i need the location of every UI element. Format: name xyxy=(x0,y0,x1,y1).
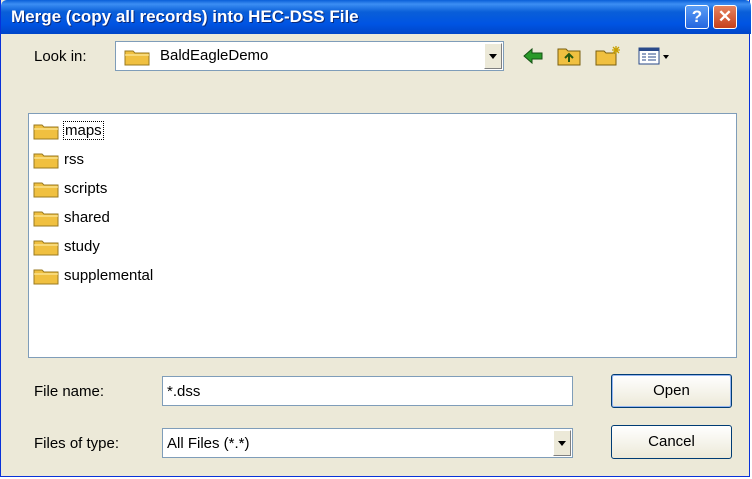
new-folder-icon[interactable] xyxy=(594,45,622,67)
folder-icon xyxy=(33,240,59,255)
file-name: rss xyxy=(64,151,84,168)
file-name-label: File name: xyxy=(34,383,105,400)
list-item[interactable]: maps xyxy=(33,116,104,145)
back-arrow-icon[interactable] xyxy=(521,45,545,67)
folder-icon xyxy=(33,211,59,226)
window-title: Merge (copy all records) into HEC-DSS Fi… xyxy=(11,7,359,26)
view-menu-icon[interactable] xyxy=(638,45,672,67)
folder-icon xyxy=(33,153,59,168)
folder-icon xyxy=(33,269,59,284)
file-name: study xyxy=(64,238,100,255)
list-item[interactable]: supplemental xyxy=(33,261,154,290)
list-item[interactable]: study xyxy=(33,232,101,261)
file-type-dropdown[interactable]: All Files (*.*) xyxy=(162,428,573,458)
open-button[interactable]: Open xyxy=(611,374,732,408)
folder-icon xyxy=(33,124,59,139)
folder-icon xyxy=(33,182,59,197)
file-name: scripts xyxy=(64,180,108,197)
list-item[interactable]: shared xyxy=(33,203,111,232)
look-in-dropdown-arrow[interactable] xyxy=(484,43,502,69)
look-in-value: BaldEagleDemo xyxy=(160,47,269,64)
help-button[interactable]: ? xyxy=(685,5,709,29)
file-type-value: All Files (*.*) xyxy=(167,435,250,452)
file-type-label: Files of type: xyxy=(34,435,120,452)
file-name: supplemental xyxy=(64,267,154,284)
cancel-button[interactable]: Cancel xyxy=(611,425,732,459)
title-bar[interactable]: Merge (copy all records) into HEC-DSS Fi… xyxy=(1,0,751,34)
list-item[interactable]: scripts xyxy=(33,174,108,203)
list-item[interactable]: rss xyxy=(33,145,85,174)
dialog-window: Merge (copy all records) into HEC-DSS Fi… xyxy=(0,0,751,477)
look-in-label: Look in: xyxy=(34,48,87,65)
file-name: maps xyxy=(63,121,104,140)
close-button[interactable]: ✕ xyxy=(713,5,737,29)
file-name: shared xyxy=(64,209,110,226)
file-list[interactable]: maps rss scripts shared study supplement… xyxy=(28,113,737,358)
look-in-dropdown[interactable]: BaldEagleDemo xyxy=(115,41,504,71)
folder-icon xyxy=(124,50,150,66)
file-type-dropdown-arrow[interactable] xyxy=(553,430,571,456)
file-name-input[interactable]: *.dss xyxy=(162,376,573,406)
up-folder-icon[interactable] xyxy=(556,45,582,67)
